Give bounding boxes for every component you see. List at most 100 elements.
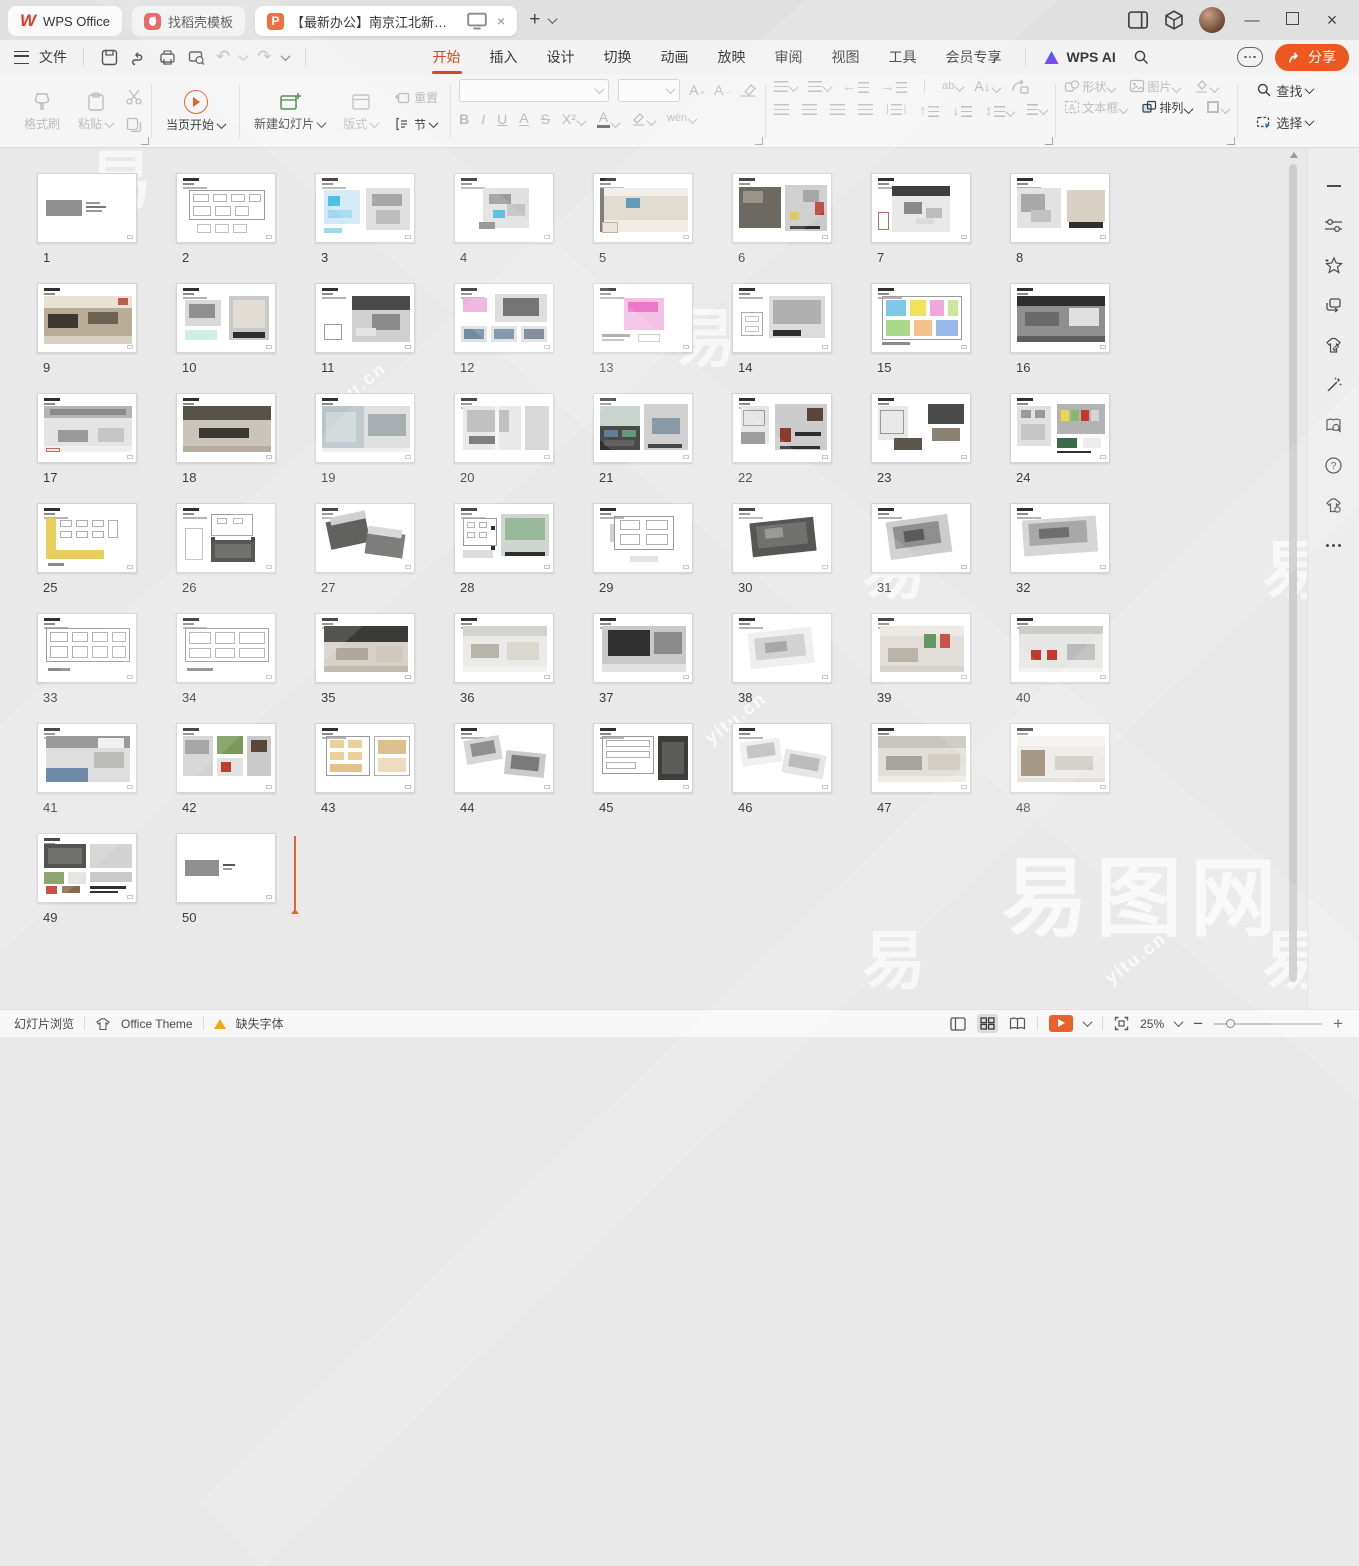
slide-thumbnail-26[interactable] — [176, 503, 276, 573]
picture-button[interactable]: 图片 — [1129, 79, 1180, 93]
slide-thumbnail-2[interactable] — [176, 173, 276, 243]
align-center-button[interactable] — [802, 104, 817, 115]
slide-thumbnail-16[interactable] — [1010, 283, 1110, 353]
highlight-color-button[interactable] — [631, 112, 655, 126]
slide-thumbnail-43[interactable] — [315, 723, 415, 793]
slide-thumbnail-44[interactable] — [454, 723, 554, 793]
user-avatar[interactable] — [1199, 7, 1225, 33]
undo-icon[interactable]: ↶ — [216, 47, 230, 67]
properties-sliders-icon[interactable] — [1324, 216, 1343, 235]
cloud-sync-icon[interactable] — [1237, 47, 1263, 67]
tab-list-chevron-icon[interactable] — [548, 14, 558, 24]
numbering-button[interactable] — [808, 81, 831, 92]
textbox-button[interactable]: A 文本框 — [1064, 100, 1127, 114]
print-icon[interactable] — [158, 48, 177, 67]
document-search-icon[interactable] — [1324, 416, 1343, 435]
theme-settings-icon[interactable] — [1324, 496, 1343, 515]
clipboard-dialog-launcher-icon[interactable] — [141, 137, 149, 145]
design-skin-icon[interactable] — [1324, 336, 1343, 355]
export-pdf-icon[interactable] — [129, 48, 148, 67]
paragraph-dialog-launcher-icon[interactable] — [1045, 137, 1053, 145]
line-spacing-button[interactable]: ↕ — [985, 103, 1014, 117]
bullets-button[interactable] — [774, 81, 797, 92]
slide-thumbnail-4[interactable] — [454, 173, 554, 243]
vertical-align-button[interactable] — [1027, 104, 1047, 115]
ribbon-tab-切换[interactable]: 切换 — [603, 41, 633, 73]
format-painter-button[interactable]: 格式刷 — [18, 88, 66, 133]
share-button[interactable]: 分享 — [1275, 44, 1349, 71]
slide-thumbnail-37[interactable] — [593, 613, 693, 683]
drawing-dialog-launcher-icon[interactable] — [1227, 137, 1235, 145]
slide-thumbnail-13[interactable] — [593, 283, 693, 353]
slide-thumbnail-21[interactable] — [593, 393, 693, 463]
ai-effects-star-icon[interactable] — [1324, 256, 1343, 275]
slide-thumbnail-22[interactable] — [732, 393, 832, 463]
copy-icon[interactable] — [125, 116, 143, 134]
more-tools-icon[interactable] — [1324, 536, 1343, 555]
maximize-button[interactable] — [1279, 12, 1305, 29]
slide-thumbnail-49[interactable] — [37, 833, 137, 903]
find-button[interactable]: 查找 — [1252, 79, 1317, 102]
slide-layers-icon[interactable] — [1324, 296, 1343, 315]
slide-thumbnail-6[interactable] — [732, 173, 832, 243]
slide-thumbnail-5[interactable] — [593, 173, 693, 243]
arrange-button[interactable]: 排列 — [1141, 100, 1192, 114]
new-slide-button[interactable]: 新建幻灯片 — [248, 88, 331, 133]
slide-thumbnail-31[interactable] — [871, 503, 971, 573]
missing-fonts-label[interactable]: 缺失字体 — [236, 1015, 284, 1032]
apps-cube-icon[interactable] — [1163, 9, 1185, 31]
zoom-slider[interactable] — [1214, 1023, 1322, 1025]
slide-thumbnail-28[interactable] — [454, 503, 554, 573]
ribbon-tab-会员专享[interactable]: 会员专享 — [945, 41, 1003, 73]
paste-button[interactable]: 粘贴 — [72, 88, 119, 133]
underline-button[interactable]: U — [497, 112, 507, 126]
slide-thumbnail-35[interactable] — [315, 613, 415, 683]
cut-icon[interactable] — [125, 88, 143, 106]
slide-thumbnail-14[interactable] — [732, 283, 832, 353]
slide-thumbnail-39[interactable] — [871, 613, 971, 683]
slide-thumbnail-42[interactable] — [176, 723, 276, 793]
ribbon-tab-动画[interactable]: 动画 — [660, 41, 690, 73]
ribbon-tab-工具[interactable]: 工具 — [888, 41, 918, 73]
align-right-button[interactable] — [830, 104, 845, 115]
slide-thumbnail-8[interactable] — [1010, 173, 1110, 243]
zoom-chevron-icon[interactable] — [1174, 1017, 1184, 1027]
magic-wand-icon[interactable] — [1324, 376, 1343, 395]
character-border-button[interactable]: A — [519, 111, 528, 126]
side-panel-icon[interactable] — [1127, 9, 1149, 31]
slide-thumbnail-11[interactable] — [315, 283, 415, 353]
redo-icon[interactable]: ↷ — [257, 47, 271, 67]
slide-thumbnail-12[interactable] — [454, 283, 554, 353]
slide-thumbnail-50[interactable] — [176, 833, 276, 903]
slide-thumbnail-29[interactable] — [593, 503, 693, 573]
shapes-button[interactable]: 形状 — [1064, 79, 1115, 93]
collapse-ribbon-icon[interactable] — [1324, 176, 1343, 195]
slide-thumbnail-33[interactable] — [37, 613, 137, 683]
ribbon-tab-开始[interactable]: 开始 — [432, 41, 462, 73]
help-icon[interactable]: ? — [1324, 456, 1343, 475]
main-menu-icon[interactable] — [14, 51, 29, 64]
slide-thumbnail-25[interactable] — [37, 503, 137, 573]
superscript-button[interactable]: X² — [562, 112, 585, 126]
tab-wps-office[interactable]: W WPS Office — [8, 6, 122, 36]
slide-thumbnail-45[interactable] — [593, 723, 693, 793]
slide-thumbnail-32[interactable] — [1010, 503, 1110, 573]
slide-thumbnail-36[interactable] — [454, 613, 554, 683]
ribbon-tab-插入[interactable]: 插入 — [489, 41, 519, 73]
slide-thumbnail-41[interactable] — [37, 723, 137, 793]
italic-button[interactable]: I — [481, 112, 485, 126]
slide-thumbnail-24[interactable] — [1010, 393, 1110, 463]
distribute-text-button[interactable]: || — [886, 104, 906, 115]
undo-chevron-icon[interactable] — [239, 51, 249, 61]
ribbon-tab-视图[interactable]: 视图 — [831, 41, 861, 73]
print-preview-icon[interactable] — [187, 48, 206, 67]
tab-active-document[interactable]: P 【最新办公】南京江北新区中 × — [255, 6, 517, 36]
slide-thumbnail-27[interactable] — [315, 503, 415, 573]
vertical-scrollbar[interactable] — [1289, 152, 1298, 998]
slide-thumbnail-15[interactable] — [871, 283, 971, 353]
slide-thumbnail-9[interactable] — [37, 283, 137, 353]
slide-thumbnail-10[interactable] — [176, 283, 276, 353]
bold-button[interactable]: B — [459, 112, 469, 126]
zoom-level-value[interactable]: 25% — [1140, 1017, 1164, 1031]
slide-thumbnail-19[interactable] — [315, 393, 415, 463]
